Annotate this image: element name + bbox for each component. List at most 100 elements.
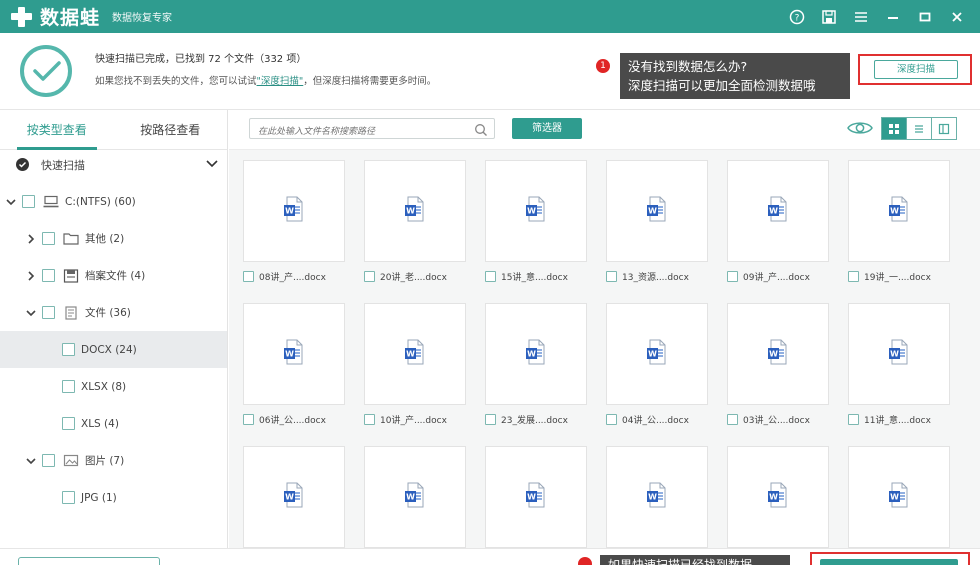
file-thumbnail[interactable]: W [848,303,950,405]
file-item: 06讲_公....docx [243,412,326,426]
tree-checkbox[interactable] [22,195,35,208]
file-thumbnail[interactable]: W [243,303,345,405]
file-checkbox[interactable] [727,270,738,282]
word-document-icon: W [283,196,305,226]
file-thumbnail[interactable]: W [485,446,587,548]
file-thumbnail[interactable]: W [364,303,466,405]
chevron-down-icon[interactable] [6,197,16,207]
file-checkbox[interactable] [364,413,375,425]
file-thumbnail[interactable]: W [485,160,587,262]
tree-item[interactable]: 其他 (2) [0,220,227,257]
minimize-icon[interactable] [884,8,902,26]
file-checkbox[interactable] [848,270,859,282]
preview-eye-icon[interactable] [847,119,873,141]
word-document-icon: W [525,339,547,369]
help-icon[interactable]: ? [788,8,806,26]
tree-item[interactable]: JPG (1) [0,479,227,516]
file-checkbox[interactable] [364,270,375,282]
file-thumbnail[interactable]: W [364,446,466,548]
tree-item-label: XLS (4) [81,417,119,430]
tree-checkbox[interactable] [42,306,55,319]
svg-text:W: W [285,350,294,359]
deep-scan-tip: 没有找到数据怎么办? 深度扫描可以更加全面检测数据哦 [620,53,850,99]
maximize-icon[interactable] [916,8,934,26]
file-checkbox[interactable] [243,270,254,282]
file-checkbox[interactable] [848,413,859,425]
deep-scan-link[interactable]: "深度扫描" [257,76,304,87]
scan-result-text: 快速扫描已完成，已找到 72 个文件（332 项） [95,54,307,65]
grid-view-icon[interactable] [882,118,906,139]
tree-item[interactable]: 档案文件 (4) [0,257,227,294]
close-icon[interactable] [948,8,966,26]
deep-scan-button[interactable]: 深度扫描 [874,60,958,79]
quick-scan-header[interactable]: 快速扫描 [0,146,227,183]
tree-item[interactable]: XLSX (8) [0,368,227,405]
tree-item-label: 其他 (2) [85,233,125,245]
svg-text:W: W [285,493,294,502]
file-thumbnail[interactable]: W [364,160,466,262]
chevron-down-icon[interactable] [206,159,218,171]
file-thumbnail[interactable]: W [243,446,345,548]
tree-checkbox[interactable] [62,417,75,430]
file-item: 15讲_意....docx [485,269,568,283]
window-controls: ? [788,8,966,26]
file-thumbnail[interactable]: W [606,303,708,405]
file-item: 23_发展....docx [485,412,568,426]
file-thumbnail[interactable]: W [727,303,829,405]
tree-item[interactable]: DOCX (24) [0,331,227,368]
file-thumbnail[interactable]: W [485,303,587,405]
tree-checkbox[interactable] [42,232,55,245]
save-icon[interactable] [820,8,838,26]
chevron-down-icon[interactable] [26,456,36,466]
file-name: 15讲_意....docx [501,272,568,283]
file-checkbox[interactable] [485,270,496,282]
svg-text:W: W [890,207,899,216]
tree-checkbox[interactable] [62,380,75,393]
tree-item[interactable]: 文件 (36) [0,294,227,331]
recover-button[interactable] [820,559,958,565]
file-checkbox[interactable] [485,413,496,425]
chevron-down-icon[interactable] [26,308,36,318]
file-name: 09讲_产....docx [743,272,810,283]
detail-view-icon[interactable] [931,118,956,139]
file-checkbox[interactable] [606,270,617,282]
tree-item-label: C:(NTFS) (60) [65,195,136,208]
file-name: 23_发展....docx [501,415,568,426]
tree-checkbox[interactable] [42,454,55,467]
file-thumbnail[interactable]: W [727,446,829,548]
file-thumbnail[interactable]: W [243,160,345,262]
tab-by-type[interactable]: 按类型查看 [0,110,114,149]
file-checkbox[interactable] [727,413,738,425]
back-button[interactable] [18,557,160,565]
chevron-right-icon[interactable] [26,270,36,281]
tab-by-path[interactable]: 按路径查看 [114,110,228,149]
menu-icon[interactable] [852,8,870,26]
tree-item[interactable]: 图片 (7) [0,442,227,479]
logo-cross-icon [8,5,36,29]
file-checkbox[interactable] [243,413,254,425]
chevron-right-icon[interactable] [26,233,36,244]
tree-item[interactable]: XLS (4) [0,405,227,442]
search-input[interactable] [258,122,468,142]
list-view-icon[interactable] [906,118,931,139]
tree-checkbox[interactable] [62,491,75,504]
word-document-icon: W [888,339,910,369]
word-document-icon: W [767,196,789,226]
tree-item-label: 档案文件 (4) [85,270,146,282]
file-thumbnail[interactable]: W [848,160,950,262]
tree-item[interactable]: C:(NTFS) (60) [0,183,227,220]
tree-checkbox[interactable] [62,343,75,356]
file-thumbnail[interactable]: W [727,160,829,262]
tree-item-label: XLSX (8) [81,380,127,393]
file-thumbnail[interactable]: W [606,446,708,548]
file-thumbnail[interactable]: W [606,160,708,262]
file-checkbox[interactable] [606,413,617,425]
word-document-icon: W [646,196,668,226]
tip-number-badge: 1 [596,59,610,73]
svg-text:W: W [648,493,657,502]
search-icon[interactable] [474,122,488,141]
filter-button[interactable]: 筛选器 [512,118,582,139]
file-thumbnail[interactable]: W [848,446,950,548]
tree-checkbox[interactable] [42,269,55,282]
bottom-action-bar: 如果快速扫描已经找到数据 [0,548,980,565]
